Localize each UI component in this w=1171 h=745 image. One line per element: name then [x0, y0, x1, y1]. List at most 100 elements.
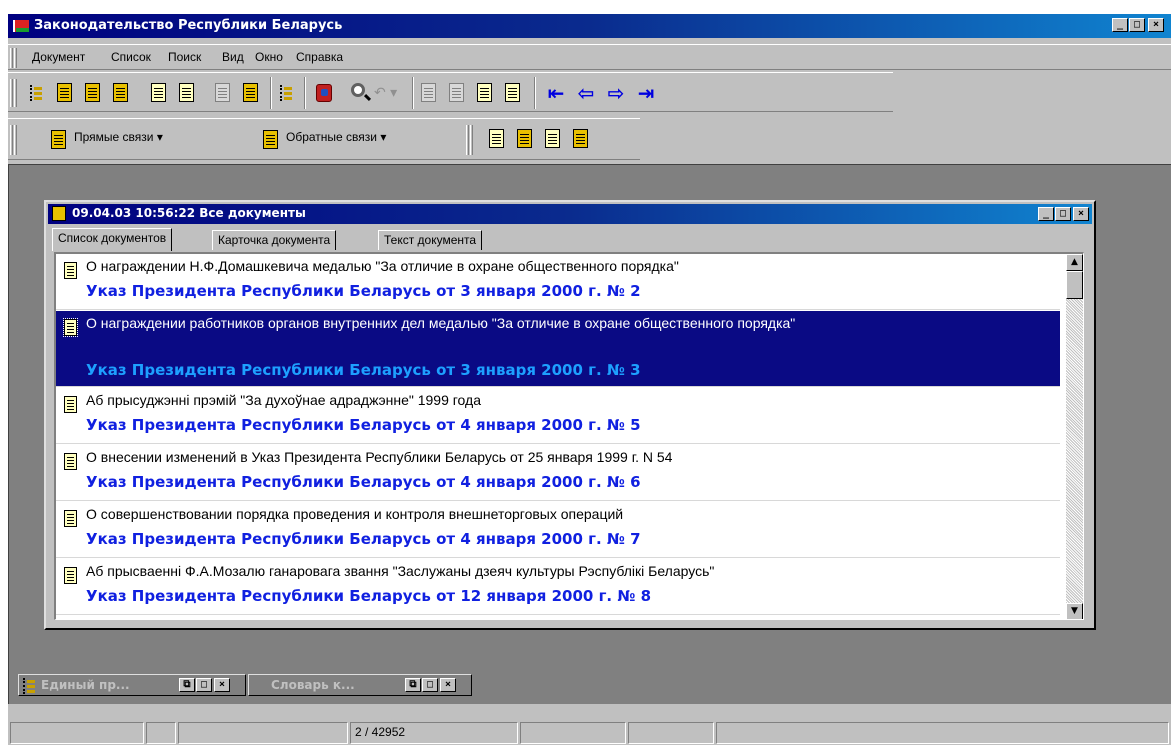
texts-button[interactable]	[502, 81, 526, 105]
close-button[interactable]: ×	[1148, 18, 1164, 32]
arrow-right-icon: ⇨	[607, 81, 625, 105]
menu-search[interactable]: Поиск	[168, 50, 201, 64]
direct-links-icon	[48, 128, 70, 149]
document-source[interactable]: Указ Президента Республики Беларусь от 3…	[86, 282, 641, 300]
document-source[interactable]: Указ Президента Республики Беларусь от 4…	[86, 530, 641, 548]
document-source[interactable]: Указ Президента Республики Беларусь от 4…	[86, 473, 641, 491]
text-button[interactable]	[474, 81, 498, 105]
maximize-button[interactable]: □	[196, 678, 212, 692]
minimized-window-title: Единый пр...	[41, 678, 130, 692]
vertical-scrollbar[interactable]: ▲ ▼	[1066, 254, 1083, 619]
preview-icon	[517, 129, 532, 148]
document-icon	[64, 453, 77, 470]
tree-button[interactable]	[26, 81, 50, 105]
tab-document-list[interactable]: Список документов	[52, 228, 173, 251]
documents-stack-icon	[113, 83, 128, 102]
save-button[interactable]	[542, 127, 566, 151]
copy-icon	[179, 83, 194, 102]
documents-icon	[52, 206, 66, 221]
first-button[interactable]: ⇤	[544, 81, 568, 105]
toolbar-separator	[412, 77, 414, 109]
menu-grip-2	[14, 48, 17, 68]
dictionary-icon	[253, 678, 267, 692]
list-item[interactable]: О внесении изменений в Указ Президента Р…	[56, 445, 1060, 501]
forward-button[interactable]: ⇨	[604, 81, 628, 105]
documents-window-titlebar[interactable]: 09.04.03 10:56:22 Все документы _ □ ×	[48, 204, 1092, 224]
menu-document[interactable]: Документ	[32, 50, 85, 64]
scroll-up-button[interactable]: ▲	[1066, 254, 1083, 271]
back-button[interactable]: ⇦	[574, 81, 598, 105]
document-icon	[63, 318, 78, 337]
close-button[interactable]: ×	[214, 678, 230, 692]
print-doc-button[interactable]	[486, 127, 510, 151]
document-title: Аб прысваенні Ф.А.Мозалю ганаровага зван…	[86, 563, 715, 579]
scroll-thumb[interactable]	[1066, 271, 1083, 299]
undo-button[interactable]: ↶ ▾	[374, 81, 410, 105]
list-item[interactable]: О награждении Н.Ф.Домашкевича медалью "З…	[56, 254, 1060, 310]
reverse-links-icon	[260, 128, 282, 149]
toolbar2-grip-4	[470, 125, 473, 155]
minimized-window-edinyi[interactable]: Единый пр... ⧉ □ ×	[18, 674, 246, 696]
document-title: О награждении работников органов внутрен…	[86, 315, 796, 331]
doc-minimize-button[interactable]: _	[1038, 207, 1054, 221]
doc-maximize-button[interactable]: □	[1055, 207, 1071, 221]
printer-icon	[489, 129, 504, 148]
scroll-down-button[interactable]: ▼	[1066, 603, 1083, 619]
open-doc-button[interactable]	[82, 81, 106, 105]
document-title: Аб прысуджэнні прэмій "За духоўнае адрад…	[86, 392, 481, 408]
toolbar2-grip[interactable]	[10, 125, 13, 155]
direct-links-button[interactable]: Прямые связи ▾	[48, 128, 163, 149]
tab-document-card[interactable]: Карточка документа	[212, 230, 337, 250]
document-icon	[64, 262, 77, 279]
search-icon	[351, 83, 365, 97]
print-button[interactable]	[148, 81, 172, 105]
doc-close-button[interactable]: ×	[1073, 207, 1089, 221]
menu-window[interactable]: Окно	[255, 50, 283, 64]
minimize-button[interactable]: _	[1112, 18, 1128, 32]
document-icon	[64, 510, 77, 527]
documents-list[interactable]: О награждении Н.Ф.Домашкевича медалью "З…	[54, 252, 1084, 620]
edit-button[interactable]	[570, 127, 594, 151]
document-source[interactable]: Указ Президента Республики Беларусь от 1…	[86, 587, 651, 605]
disabled-doc-button[interactable]	[212, 81, 236, 105]
document-title: О внесении изменений в Указ Президента Р…	[86, 449, 673, 465]
save-doc-button[interactable]	[240, 81, 264, 105]
list-item-selected[interactable]: О награждении работников органов внутрен…	[56, 311, 1060, 387]
minimized-window-slovar[interactable]: Словарь к... ⧉ □ ×	[248, 674, 472, 696]
menu-view[interactable]: Вид	[222, 50, 244, 64]
status-panel-5	[520, 722, 626, 744]
preview-button[interactable]	[514, 127, 538, 151]
find-prev-button[interactable]	[446, 81, 470, 105]
close-button[interactable]: ×	[440, 678, 456, 692]
menu-list[interactable]: Список	[111, 50, 151, 64]
maximize-button[interactable]: □	[1129, 18, 1145, 32]
document-source[interactable]: Указ Президента Республики Беларусь от 4…	[86, 416, 641, 434]
classifier-button[interactable]	[276, 81, 300, 105]
document-source[interactable]: Указ Президента Республики Беларусь от 3…	[86, 361, 641, 379]
menu-grip[interactable]	[10, 48, 13, 68]
menu-help[interactable]: Справка	[296, 50, 343, 64]
direct-links-label: Прямые связи	[74, 130, 154, 145]
list-item[interactable]: Аб прысуджэнні прэмій "За духоўнае адрад…	[56, 388, 1060, 444]
minimized-window-title: Словарь к...	[271, 678, 355, 692]
open-card-button[interactable]	[54, 81, 78, 105]
list-item[interactable]: Аб прысваенні Ф.А.Мозалю ганаровага зван…	[56, 559, 1060, 615]
toolbar2-grip-3[interactable]	[466, 125, 469, 155]
restore-button[interactable]: ⧉	[405, 678, 421, 692]
status-panel-1	[10, 722, 144, 744]
search-button[interactable]	[348, 81, 372, 105]
find-next-button[interactable]	[418, 81, 442, 105]
copy-button[interactable]	[176, 81, 200, 105]
title-bar[interactable]: Законодательство Республики Беларусь _ □…	[8, 14, 1171, 38]
restore-button[interactable]: ⧉	[179, 678, 195, 692]
list-item[interactable]: О совершенствовании порядка проведения и…	[56, 502, 1060, 558]
toolbar-grip[interactable]	[10, 79, 13, 107]
main-toolbar: ↶ ▾ ⇤ ⇦ ⇨ ⇥	[8, 72, 893, 112]
maximize-button[interactable]: □	[422, 678, 438, 692]
tab-document-text[interactable]: Текст документа	[378, 230, 483, 250]
links-button[interactable]	[312, 81, 336, 105]
all-docs-button[interactable]	[110, 81, 134, 105]
last-button[interactable]: ⇥	[634, 81, 658, 105]
reverse-links-button[interactable]: Обратные связи ▾	[260, 128, 386, 149]
document-card-icon	[57, 83, 72, 102]
